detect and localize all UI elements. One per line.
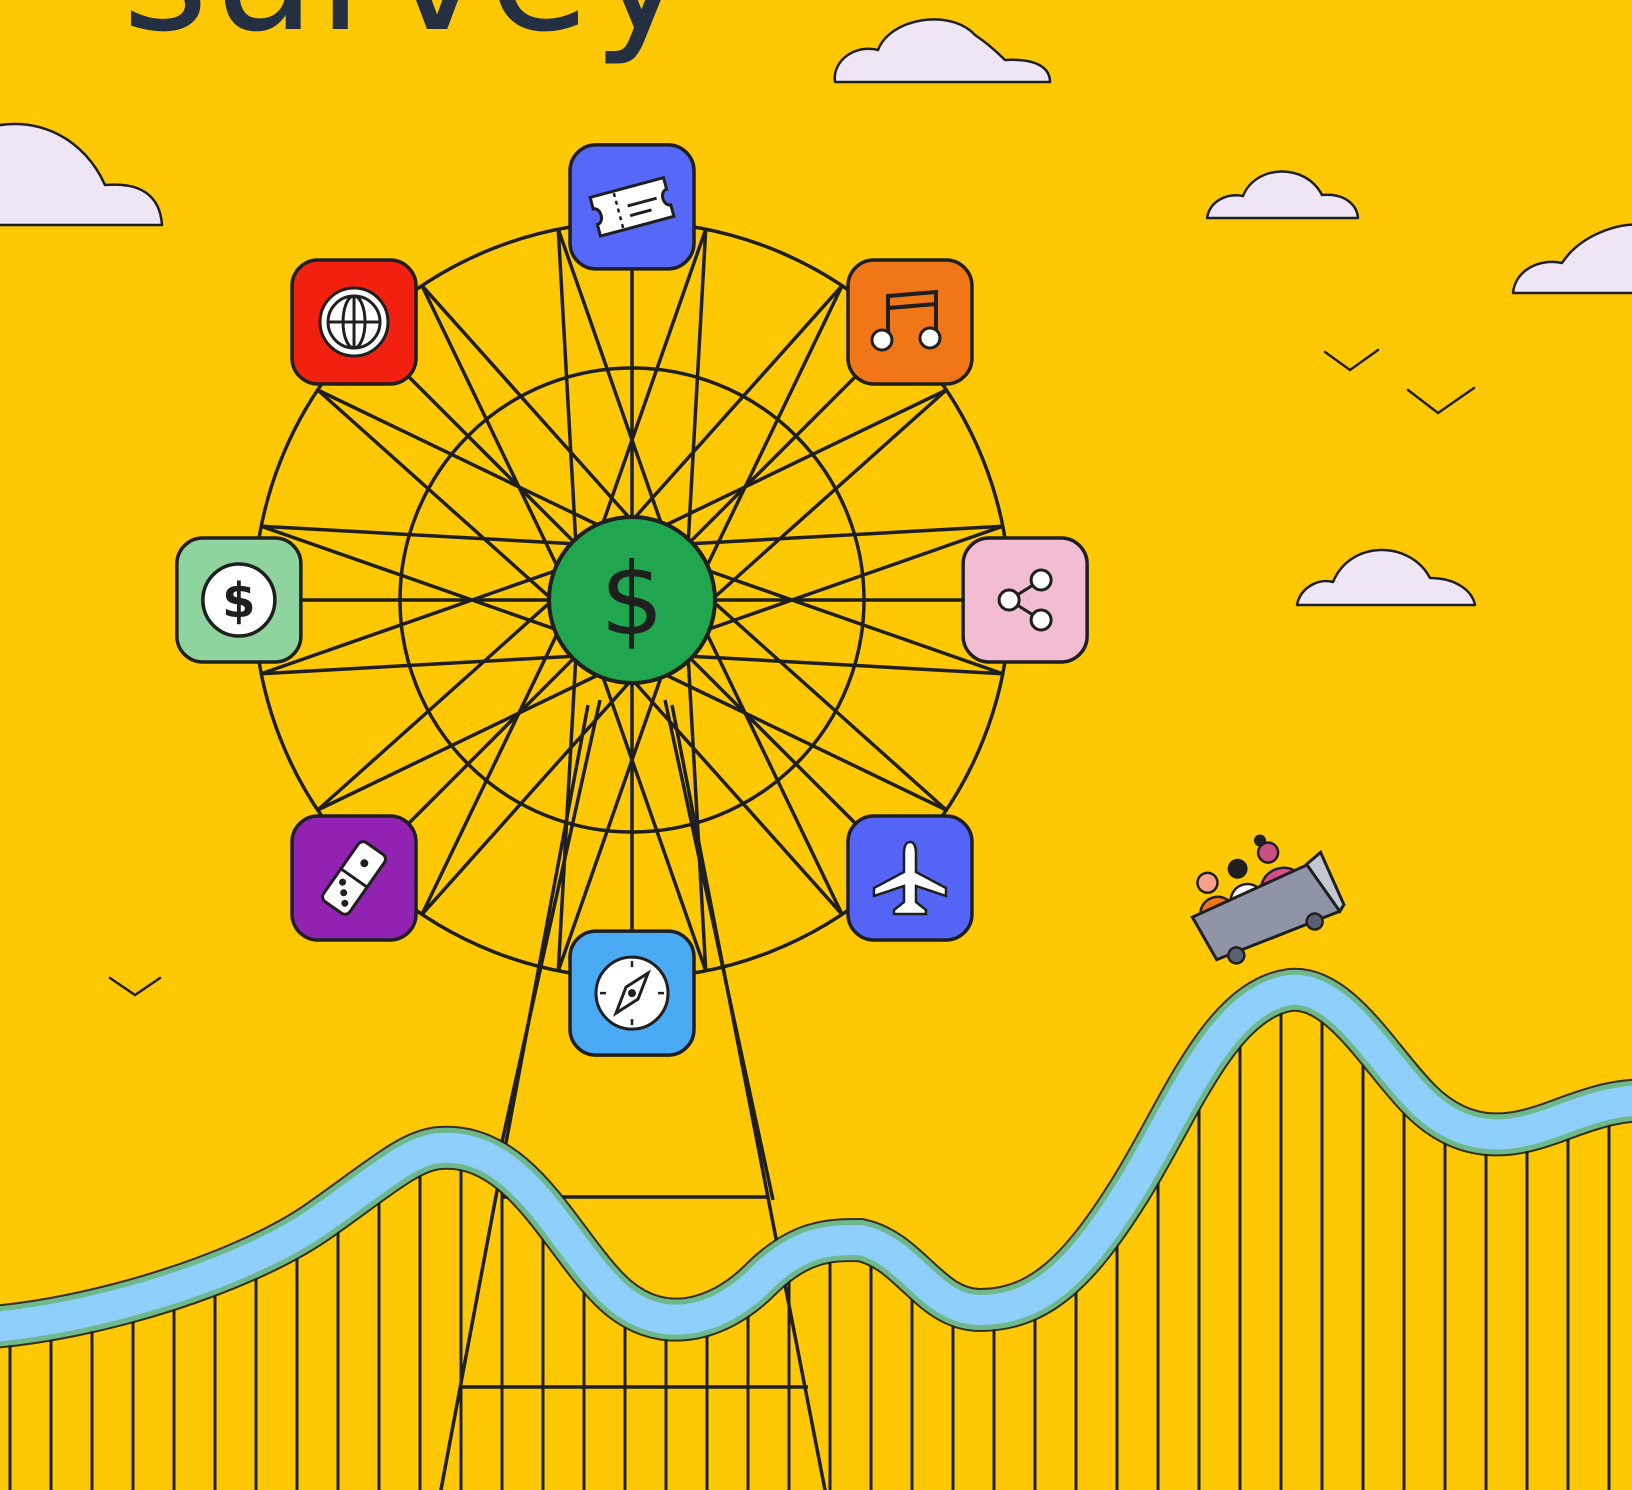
bird (1323, 348, 1380, 372)
wheel-cross-spoke (420, 633, 559, 916)
wheel-cross-spoke (420, 681, 631, 916)
bird (108, 976, 162, 997)
wheel-cross-spoke (713, 601, 948, 812)
wheel-cross-spoke (713, 388, 948, 599)
wheel-hub: $ (547, 515, 717, 685)
cloud (1295, 548, 1477, 607)
wheel-cross-spoke (665, 673, 948, 812)
coaster-track-rail (0, 974, 1632, 1342)
wheel-tower-leg (496, 699, 602, 1161)
wheel-cross-spoke (705, 633, 844, 916)
dollar-sign-icon: $ (600, 541, 664, 658)
bird (1406, 386, 1476, 415)
wheel-cross-spoke (420, 284, 559, 567)
rider-head (1196, 871, 1219, 895)
compass-icon (568, 929, 696, 1057)
dollar-coin-icon: $ (175, 536, 303, 664)
rider-head (1227, 858, 1248, 879)
ticket-icon (568, 143, 696, 271)
cloud (833, 18, 1052, 84)
domino-icon (290, 814, 418, 942)
music-note-icon (846, 258, 974, 386)
coin-glyph: $ (222, 573, 255, 629)
wheel-cross-spoke (705, 284, 844, 567)
wheel-cross-spoke (316, 388, 599, 527)
cloud (1205, 170, 1360, 220)
wheel-cross-spoke (420, 284, 631, 519)
wheel-cross-spoke (633, 681, 844, 916)
coaster-car (1190, 834, 1346, 965)
wheel-cross-spoke (665, 388, 948, 527)
share-icon (961, 536, 1089, 664)
illustration-canvas: survey (0, 0, 1632, 1490)
amusement-park-illustration: $ $ (0, 18, 1632, 1490)
globe-icon (290, 258, 418, 386)
airplane-icon (846, 814, 974, 942)
cloud (1511, 223, 1632, 295)
wheel-cross-spoke (633, 284, 844, 519)
cloud (0, 122, 164, 227)
wheel-cross-spoke (316, 673, 599, 812)
wheel-cross-spoke (316, 601, 551, 812)
wheel-cross-spoke (316, 388, 551, 599)
